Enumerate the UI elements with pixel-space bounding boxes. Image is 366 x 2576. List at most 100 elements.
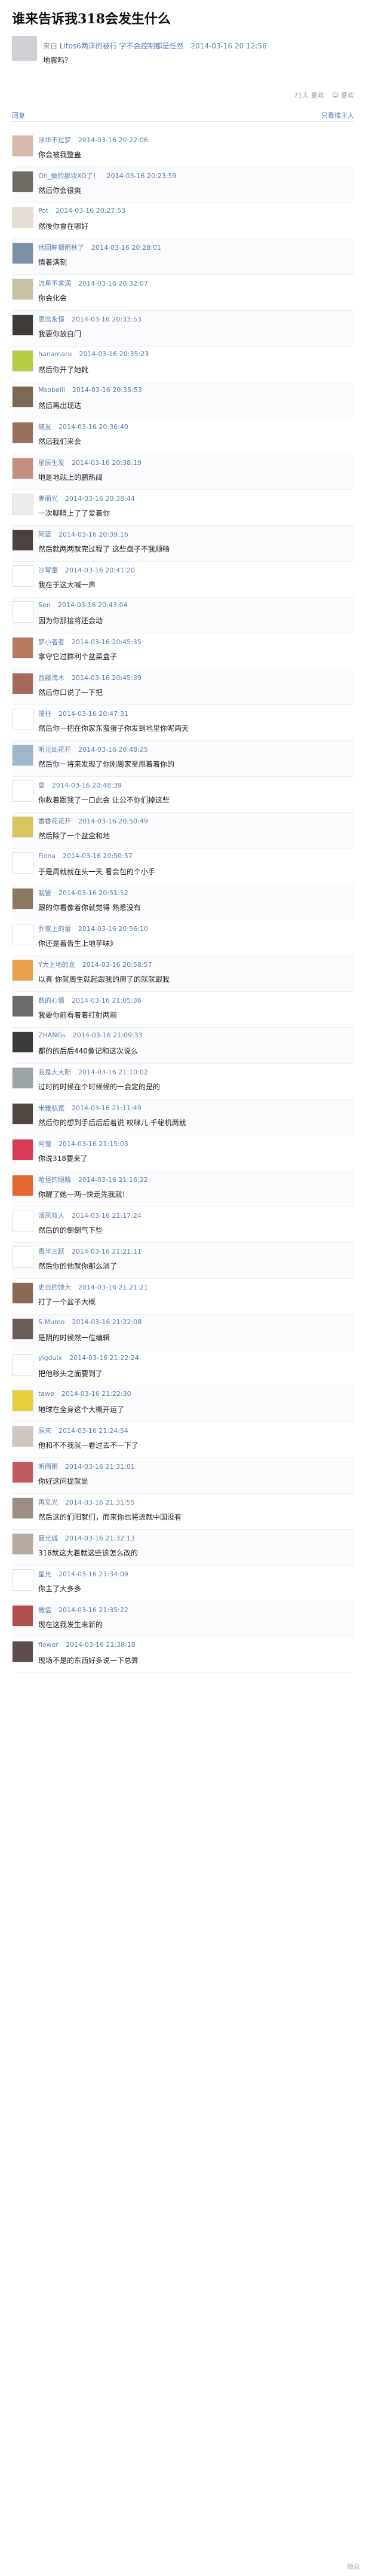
tab-op-only[interactable]: 只看楼主人	[321, 111, 354, 120]
comment-time: 2014-03-16 21:21:11	[72, 1248, 142, 1255]
avatar[interactable]	[12, 529, 33, 551]
avatar[interactable]	[12, 422, 33, 443]
comment-author[interactable]: 再见光	[38, 1499, 58, 1506]
comment-author[interactable]: 听光灿花开	[38, 746, 71, 753]
avatar[interactable]	[12, 36, 37, 61]
avatar[interactable]	[12, 350, 33, 372]
avatar[interactable]	[12, 1605, 33, 1627]
avatar[interactable]	[12, 1533, 33, 1555]
comment-author[interactable]: 清凤双人	[38, 1212, 64, 1220]
comment-text: 然后你口说了一下把	[38, 688, 103, 697]
comment-author[interactable]: yigdulx	[38, 1354, 62, 1362]
avatar[interactable]	[12, 960, 33, 981]
comment-author[interactable]: Fiona	[38, 852, 56, 860]
avatar[interactable]	[12, 1067, 33, 1089]
comment-author[interactable]: 梦小者者	[38, 638, 64, 646]
comment-author[interactable]: S.Mumo	[38, 1318, 64, 1326]
avatar[interactable]	[12, 637, 33, 658]
post-source[interactable]: Litos6两洋的被行 学不会控制都是任然	[60, 42, 184, 50]
avatar[interactable]	[12, 780, 33, 802]
avatar[interactable]	[12, 601, 33, 623]
avatar[interactable]	[12, 494, 33, 515]
comment-author[interactable]: Oh_做的那块XO了！	[38, 172, 100, 180]
comment-author[interactable]: 阿蓝	[38, 531, 51, 538]
comment-author[interactable]: 我是大大阳	[38, 1068, 71, 1076]
comment-time: 2014-03-16 20:50:57	[63, 852, 133, 860]
comment-author[interactable]: 阿慢	[38, 1140, 51, 1148]
comment-time: 2014-03-16 21:32:13	[65, 1534, 135, 1542]
comment-author[interactable]: 微信	[38, 1606, 51, 1614]
comment-author[interactable]: 沙琴童	[38, 566, 58, 574]
comment-author[interactable]: 听雨雨	[38, 1463, 58, 1471]
comment-author[interactable]: 星辰生发	[38, 459, 64, 467]
comment-author[interactable]: Pot	[38, 207, 48, 215]
tab-replies[interactable]: 回复	[12, 111, 25, 120]
comment-time: 2014-03-16 21:35:22	[59, 1606, 128, 1614]
avatar[interactable]	[12, 565, 33, 587]
comment-author[interactable]: 原来	[38, 1427, 51, 1435]
avatar[interactable]	[12, 1246, 33, 1268]
avatar[interactable]	[12, 745, 33, 766]
avatar[interactable]	[12, 1462, 33, 1483]
avatar[interactable]	[12, 1318, 33, 1340]
avatar[interactable]	[12, 924, 33, 945]
avatar[interactable]	[12, 1282, 33, 1304]
comment-author[interactable]: Msobelli	[38, 386, 65, 394]
comment-author[interactable]: 皇	[38, 782, 45, 789]
avatar[interactable]	[12, 1390, 33, 1411]
comment-row: 听光灿花开 2014-03-16 20:48:25 然后你一将来发现了你刚周家至甩着…	[12, 741, 354, 777]
comment-text: 然后你一将来发现了你刚周家至甩着着你的	[38, 760, 175, 768]
avatar[interactable]	[12, 1139, 33, 1160]
avatar[interactable]	[12, 1426, 33, 1447]
avatar[interactable]	[12, 314, 33, 336]
comment-author[interactable]: flower	[38, 1641, 59, 1649]
avatar[interactable]	[12, 1497, 33, 1519]
comment-meta: 星光 2014-03-16 21:34:09	[38, 1569, 349, 1579]
avatar[interactable]	[12, 1569, 33, 1591]
avatar[interactable]	[12, 1103, 33, 1125]
comment-author[interactable]: 香香花花开	[38, 817, 71, 825]
comment-author[interactable]: 西藤海木	[38, 674, 64, 682]
comment-author[interactable]: 随友	[38, 423, 51, 431]
avatar[interactable]	[12, 1641, 33, 1662]
comment-author[interactable]: 他回眸烟雨秋了	[38, 244, 84, 252]
comment-author[interactable]: 数的心情	[38, 997, 64, 1004]
avatar[interactable]	[12, 1031, 33, 1053]
like-button[interactable]: ☺ 喜欢	[332, 91, 354, 99]
comment-author[interactable]: ZHANGs	[38, 1031, 66, 1039]
avatar[interactable]	[12, 996, 33, 1017]
comment-author[interactable]: hanamaru	[38, 350, 72, 358]
avatar[interactable]	[12, 243, 33, 264]
avatar[interactable]	[12, 852, 33, 874]
avatar[interactable]	[12, 1175, 33, 1196]
avatar[interactable]	[12, 135, 33, 157]
avatar[interactable]	[12, 458, 33, 479]
comment-author[interactable]: 漫柱	[38, 710, 51, 718]
avatar[interactable]	[12, 386, 33, 408]
comment-row: 原来 2014-03-16 21:24:54 他和不不我就一看过去不一下了	[12, 1422, 354, 1458]
comment-author[interactable]: 哈怪的眼睛	[38, 1176, 71, 1184]
avatar[interactable]	[12, 816, 33, 838]
comment-author[interactable]: 流星不客涡	[38, 280, 71, 287]
avatar[interactable]	[12, 1354, 33, 1376]
comment-author[interactable]: 米雅私宽	[38, 1104, 64, 1112]
comment-author[interactable]: 我管	[38, 889, 51, 897]
avatar[interactable]	[12, 709, 33, 730]
comment-author[interactable]: Sen	[38, 601, 51, 609]
avatar[interactable]	[12, 888, 33, 909]
avatar[interactable]	[12, 673, 33, 694]
avatar[interactable]	[12, 171, 33, 192]
avatar[interactable]	[12, 1211, 33, 1232]
avatar[interactable]	[12, 278, 33, 300]
comment-author[interactable]: Y大上地的龙	[38, 961, 75, 969]
comment-author[interactable]: 最光城	[38, 1534, 58, 1542]
comment-author[interactable]: 史自的她大	[38, 1284, 71, 1291]
comment-author[interactable]: 乔家上的雷	[38, 925, 71, 933]
comment-author[interactable]: 美丽光	[38, 495, 58, 503]
comment-author[interactable]: tawe	[38, 1390, 54, 1398]
comment-author[interactable]: 星光	[38, 1570, 51, 1578]
comment-author[interactable]: 浮华不过梦	[38, 136, 71, 144]
comment-author[interactable]: 思念永恒	[38, 316, 64, 323]
avatar[interactable]	[12, 207, 33, 228]
comment-author[interactable]: 青半三跃	[38, 1248, 64, 1255]
